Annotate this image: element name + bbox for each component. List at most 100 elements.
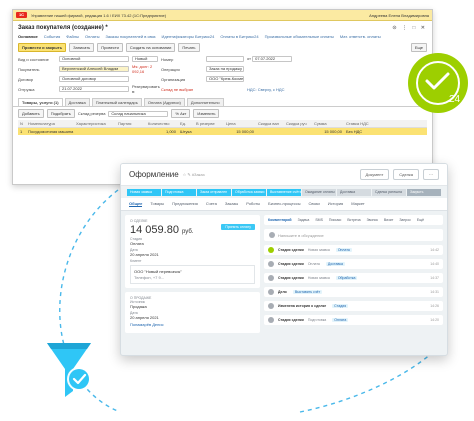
tl-tab-email[interactable]: Письмо bbox=[329, 218, 341, 222]
post-button[interactable]: Провести bbox=[97, 43, 123, 52]
tl-tab-request[interactable]: Запрос bbox=[399, 218, 411, 222]
deal-button[interactable]: Сделка bbox=[393, 169, 419, 180]
erp-link-4[interactable]: Заказы покупателей в связ bbox=[105, 34, 155, 39]
stage-value[interactable]: Оплата bbox=[130, 241, 255, 246]
col-sum[interactable]: Сумма bbox=[312, 121, 344, 126]
col-reserve[interactable]: В резерве bbox=[194, 121, 224, 126]
erp-link-6[interactable]: Оплаты в Битрикс24 bbox=[220, 34, 258, 39]
col-vat[interactable]: Ставка НДС bbox=[344, 121, 374, 126]
add-row-button[interactable]: Добавить bbox=[18, 109, 44, 118]
tab-robots[interactable]: Роботы bbox=[246, 201, 260, 207]
buyer-field[interactable]: Верхненский Алексей Владим bbox=[59, 66, 129, 72]
timeline-event[interactable]: Стадия сделки Новая заявка Оплата 14:42 bbox=[264, 245, 443, 255]
cell-batch[interactable] bbox=[116, 129, 146, 134]
stage-item[interactable]: Доставка bbox=[337, 189, 371, 196]
tab-products[interactable]: Товары bbox=[150, 201, 164, 207]
tl-tab-meeting[interactable]: Встреча bbox=[347, 218, 360, 222]
deal-title-sub[interactable]: ☆ ✎ #Заказ bbox=[183, 172, 205, 177]
col-discount-auto[interactable]: Скидка вал bbox=[256, 121, 284, 126]
col-price[interactable]: Цена bbox=[224, 121, 256, 126]
cell-characteristic[interactable] bbox=[74, 129, 116, 134]
tab-bp[interactable]: Бизнес-процессы bbox=[268, 201, 300, 207]
col-quantity[interactable]: Количество bbox=[146, 121, 178, 126]
tl-tab-task[interactable]: Задача bbox=[298, 218, 310, 222]
tl-tab-sms[interactable]: SMS bbox=[315, 218, 323, 222]
tl-tab-more[interactable]: Ещё bbox=[417, 218, 424, 222]
cell-reserve[interactable] bbox=[194, 129, 224, 134]
state-field[interactable]: Новый bbox=[132, 56, 158, 62]
save-button[interactable]: Записать bbox=[69, 43, 95, 52]
erp-link-2[interactable]: Файлы bbox=[66, 34, 79, 39]
tab-links[interactable]: Связи bbox=[309, 201, 320, 207]
discount-button[interactable]: % Акт bbox=[171, 109, 191, 118]
erp-user-name[interactable]: Андреева Елена Владимировна bbox=[369, 13, 429, 18]
erp-link-8[interactable]: Мат. ответств. оплаты bbox=[340, 34, 381, 39]
contract-field[interactable]: Основной договор bbox=[59, 76, 129, 82]
window-controls[interactable]: ⊙ ⋮ □ ✕ bbox=[392, 25, 427, 31]
stage-item[interactable]: Выставление счёта bbox=[267, 189, 301, 196]
tab-general[interactable]: Общее bbox=[129, 201, 143, 207]
tab-history[interactable]: История bbox=[328, 201, 344, 207]
tab-additional[interactable]: Дополнительно bbox=[186, 98, 224, 106]
col-item[interactable]: Номенклатура bbox=[26, 121, 74, 126]
stage-item[interactable]: Сделка успешна bbox=[372, 189, 406, 196]
col-characteristic[interactable]: Характеристика bbox=[74, 121, 116, 126]
timeline-event[interactable]: Изменена история о сделке Стадия 14:26 bbox=[264, 301, 443, 311]
cell-discount-auto[interactable] bbox=[256, 129, 284, 134]
erp-link-3[interactable]: Оплаты bbox=[85, 34, 99, 39]
date-field[interactable]: 07.07.2022 bbox=[252, 56, 293, 62]
number-field[interactable] bbox=[206, 56, 244, 62]
responsible-person[interactable]: Понамарёв Денис bbox=[130, 322, 255, 327]
stage-item[interactable]: Заказ отправлен bbox=[197, 189, 231, 196]
timeline-event[interactable]: Стадия сделки Новая заявка Обработка 14:… bbox=[264, 273, 443, 283]
cell-price[interactable]: 15 000,00 bbox=[224, 129, 256, 134]
erp-link-0[interactable]: Основное bbox=[18, 34, 38, 39]
col-n[interactable]: N bbox=[18, 121, 26, 126]
stage-item[interactable]: Подготовка bbox=[162, 189, 196, 196]
operation-field[interactable]: Заказ на продажу bbox=[206, 66, 244, 72]
col-unit[interactable]: Ед. bbox=[178, 121, 194, 126]
tab-delivery[interactable]: Доставка bbox=[64, 98, 90, 106]
client-name[interactable]: ООО "Новый перевозчик" bbox=[134, 269, 251, 274]
tab-payment[interactable]: Оплата (Адуэнси) bbox=[143, 98, 185, 106]
shipment-date-field[interactable]: 21.07.2022 bbox=[59, 86, 129, 92]
timeline-event[interactable]: Стадия сделки Подготовка Оплата 14:20 bbox=[264, 315, 443, 325]
tab-orders[interactable]: Заказы bbox=[225, 201, 238, 207]
document-button[interactable]: Документ bbox=[359, 169, 390, 180]
warehouse-field[interactable]: Склад начальника bbox=[108, 110, 169, 117]
tl-tab-call[interactable]: Звонок bbox=[367, 218, 378, 222]
print-button[interactable]: Печать bbox=[178, 43, 200, 52]
tab-invoices[interactable]: Счета bbox=[206, 201, 217, 207]
comment-input[interactable]: Напишите в обсуждение bbox=[264, 229, 443, 241]
accept-payment-button[interactable]: Принять оплату bbox=[221, 224, 255, 230]
cell-unit[interactable]: Штука bbox=[178, 129, 194, 134]
company-field[interactable]: ООО "Крем-Косметик" bbox=[206, 76, 244, 82]
tl-tab-visit[interactable]: Визит bbox=[384, 218, 393, 222]
stage-item[interactable]: Ожидание оплаты bbox=[302, 189, 336, 196]
vat-mode-link[interactable]: НДС: Сверху, с НДС bbox=[247, 87, 307, 92]
tab-market[interactable]: Маркет bbox=[351, 201, 365, 207]
cell-discount-manual[interactable] bbox=[284, 129, 312, 134]
stage-item[interactable]: Новая заявка bbox=[127, 189, 161, 196]
stage-item[interactable]: Обработка заявки bbox=[232, 189, 266, 196]
create-basis-button[interactable]: Создать на основании bbox=[125, 43, 176, 52]
tab-goods[interactable]: Товары, услуги (1) bbox=[18, 98, 63, 106]
client-block[interactable]: ООО "Новый перевозчик" Телефон, +7 9... bbox=[130, 265, 255, 284]
reserve-warehouse-link[interactable]: Склад не выбран bbox=[161, 87, 203, 92]
col-batch[interactable]: Партия bbox=[116, 121, 146, 126]
more-options-button[interactable]: ⋯ bbox=[423, 169, 439, 180]
cell-sum[interactable]: 15 000,00 bbox=[312, 129, 344, 134]
tab-payment-calendar[interactable]: Платежный календарь bbox=[91, 98, 142, 106]
erp-link-5[interactable]: Идентификаторы Битрикс24 bbox=[162, 34, 215, 39]
cell-vat[interactable]: Без НДС bbox=[344, 129, 374, 134]
change-button[interactable]: Изменить bbox=[193, 109, 220, 118]
table-row[interactable]: 1 Посудомоечная машина 1,000 Штука 15 00… bbox=[18, 128, 427, 135]
post-and-close-button[interactable]: Провести и закрыть bbox=[18, 43, 67, 52]
tl-tab-comment[interactable]: Комментарий bbox=[268, 218, 292, 222]
col-discount-manual[interactable]: Скидка руч bbox=[284, 121, 312, 126]
erp-link-7[interactable]: Произвольные обязательные оплаты bbox=[265, 34, 334, 39]
timeline-event[interactable]: Дело Выставить счёт 14:31 bbox=[264, 287, 443, 297]
buyer-debt-hint[interactable]: Ms: долг: 2 092,16 bbox=[132, 64, 158, 74]
erp-link-1[interactable]: События bbox=[44, 34, 61, 39]
type-field[interactable]: Основной bbox=[59, 56, 129, 62]
